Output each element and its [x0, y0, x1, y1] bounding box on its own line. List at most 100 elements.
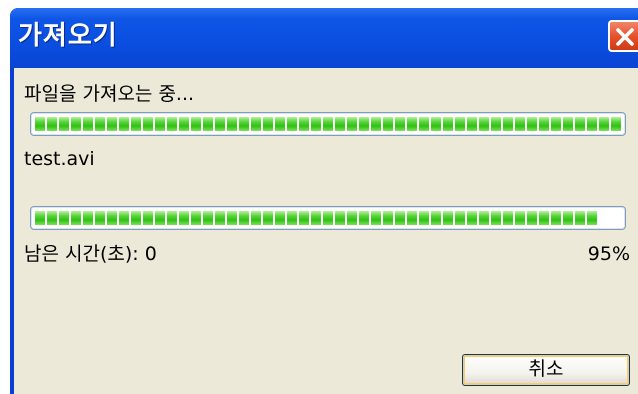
progress-block	[155, 211, 165, 225]
progress-block	[455, 211, 465, 225]
progress-block	[167, 117, 177, 131]
total-progress-fill	[35, 211, 597, 225]
progress-block	[551, 211, 561, 225]
progress-block	[467, 211, 477, 225]
progress-block	[107, 117, 117, 131]
dialog-body: 파일을 가져오는 중... test.avi 남은 시간(초): 0 95% 취…	[14, 68, 638, 394]
progress-block	[395, 117, 405, 131]
progress-block	[215, 211, 225, 225]
progress-block	[191, 211, 201, 225]
progress-block	[47, 211, 57, 225]
progress-block	[479, 117, 489, 131]
progress-block	[119, 117, 129, 131]
progress-block	[551, 117, 561, 131]
file-progress-bar	[30, 112, 626, 136]
progress-block	[539, 211, 549, 225]
progress-block	[587, 117, 597, 131]
close-icon	[616, 28, 634, 46]
progress-block	[539, 117, 549, 131]
progress-block	[95, 211, 105, 225]
progress-block	[131, 211, 141, 225]
total-progress-bar	[30, 206, 626, 230]
progress-block	[503, 211, 513, 225]
progress-block	[71, 211, 81, 225]
import-dialog: 가져오기 파일을 가져오는 중... test.avi 남은 시간(초): 0 …	[10, 8, 638, 394]
cancel-button[interactable]: 취소	[462, 354, 630, 386]
progress-block	[323, 117, 333, 131]
progress-block	[443, 117, 453, 131]
progress-block	[611, 117, 621, 131]
progress-block	[587, 211, 597, 225]
progress-block	[599, 117, 609, 131]
progress-block	[407, 117, 417, 131]
progress-block	[227, 211, 237, 225]
progress-block	[575, 117, 585, 131]
progress-block	[515, 117, 525, 131]
progress-block	[299, 117, 309, 131]
progress-block	[431, 117, 441, 131]
progress-block	[431, 211, 441, 225]
progress-block	[323, 211, 333, 225]
progress-block	[71, 117, 81, 131]
progress-block	[47, 117, 57, 131]
progress-block	[467, 117, 477, 131]
progress-block	[347, 117, 357, 131]
progress-block	[215, 117, 225, 131]
progress-block	[419, 211, 429, 225]
progress-block	[59, 211, 69, 225]
progress-block	[335, 117, 345, 131]
progress-block	[83, 117, 93, 131]
progress-block	[479, 211, 489, 225]
progress-block	[83, 211, 93, 225]
progress-block	[131, 117, 141, 131]
progress-block	[179, 211, 189, 225]
progress-block	[563, 211, 573, 225]
progress-block	[59, 117, 69, 131]
progress-block	[527, 117, 537, 131]
progress-block	[275, 117, 285, 131]
progress-block	[503, 117, 513, 131]
progress-block	[311, 117, 321, 131]
progress-block	[203, 211, 213, 225]
progress-block	[95, 117, 105, 131]
progress-block	[251, 117, 261, 131]
percent-label: 95%	[587, 243, 630, 265]
progress-block	[419, 117, 429, 131]
progress-block	[371, 211, 381, 225]
progress-block	[443, 211, 453, 225]
progress-block	[251, 211, 261, 225]
progress-block	[275, 211, 285, 225]
progress-block	[143, 211, 153, 225]
progress-block	[227, 117, 237, 131]
progress-block	[515, 211, 525, 225]
title-bar[interactable]: 가져오기	[10, 8, 638, 68]
progress-block	[563, 117, 573, 131]
close-button[interactable]	[608, 20, 638, 52]
progress-block	[359, 211, 369, 225]
progress-block	[35, 211, 45, 225]
progress-block	[263, 117, 273, 131]
progress-block	[143, 117, 153, 131]
progress-block	[287, 117, 297, 131]
progress-block	[527, 211, 537, 225]
progress-block	[299, 211, 309, 225]
progress-block	[383, 117, 393, 131]
progress-block	[119, 211, 129, 225]
progress-block	[491, 211, 501, 225]
progress-block	[155, 117, 165, 131]
progress-block	[191, 117, 201, 131]
progress-block	[347, 211, 357, 225]
file-progress-fill	[35, 117, 621, 131]
progress-block	[239, 117, 249, 131]
progress-block	[107, 211, 117, 225]
progress-block	[395, 211, 405, 225]
status-text: 파일을 가져오는 중...	[24, 83, 195, 105]
progress-block	[287, 211, 297, 225]
progress-block	[263, 211, 273, 225]
progress-block	[203, 117, 213, 131]
progress-block	[359, 117, 369, 131]
progress-block	[371, 117, 381, 131]
window-title: 가져오기	[18, 21, 118, 51]
progress-block	[335, 211, 345, 225]
progress-block	[455, 117, 465, 131]
